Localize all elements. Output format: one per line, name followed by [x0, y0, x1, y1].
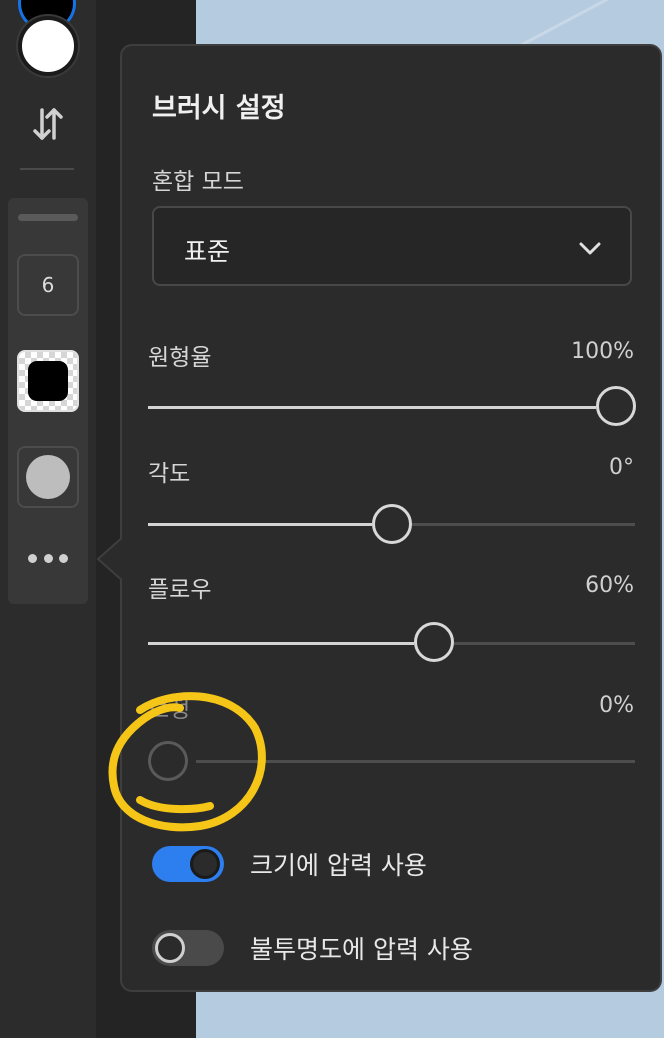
- more-icon[interactable]: [28, 548, 68, 568]
- chevron-down-icon: [579, 242, 601, 255]
- flow-slider-fill: [148, 642, 414, 645]
- flow-value: 60%: [585, 573, 634, 598]
- smoothing-slider-track[interactable]: [196, 760, 635, 763]
- smoothing-value: 0%: [599, 693, 634, 718]
- pressure-size-toggle[interactable]: [152, 846, 224, 882]
- smoothing-label: 보정: [148, 697, 191, 723]
- blend-mode-value: 표준: [184, 237, 231, 266]
- flow-slider-thumb[interactable]: [414, 622, 454, 662]
- brush-shape-preview: [26, 455, 70, 499]
- flow-label: 플로우: [148, 577, 212, 603]
- angle-slider-fill: [148, 523, 372, 526]
- background-color-swatch[interactable]: [18, 16, 78, 76]
- roundness-slider-fill: [148, 406, 596, 409]
- popover-title: 브러시 설정: [152, 93, 286, 124]
- toggle-knob: [190, 849, 220, 879]
- pressure-opacity-toggle[interactable]: [152, 930, 224, 966]
- roundness-value: 100%: [571, 339, 634, 364]
- smoothing-slider-thumb[interactable]: [148, 741, 188, 781]
- pressure-size-label: 크기에 압력 사용: [250, 851, 427, 880]
- pressure-opacity-label: 불투명도에 압력 사용: [250, 935, 473, 964]
- brush-shape-button[interactable]: [17, 446, 79, 508]
- swap-colors-icon[interactable]: [30, 104, 66, 144]
- brush-tip-button[interactable]: [17, 350, 79, 412]
- brush-size-value: 6: [41, 273, 55, 297]
- blend-mode-dropdown[interactable]: 표준: [152, 206, 632, 286]
- angle-value: 0°: [609, 455, 634, 480]
- toggle-knob: [155, 933, 185, 963]
- angle-slider-thumb[interactable]: [372, 504, 412, 544]
- popover-arrow: [96, 534, 126, 584]
- roundness-slider-thumb[interactable]: [596, 386, 636, 426]
- panel-grip-handle[interactable]: [18, 214, 78, 221]
- toolbar-divider: [20, 168, 74, 170]
- roundness-label: 원형율: [148, 345, 212, 371]
- brush-tip-preview: [28, 361, 68, 401]
- blend-mode-label: 혼합 모드: [152, 169, 244, 195]
- angle-label: 각도: [148, 461, 191, 487]
- brush-size-field[interactable]: 6: [17, 254, 79, 316]
